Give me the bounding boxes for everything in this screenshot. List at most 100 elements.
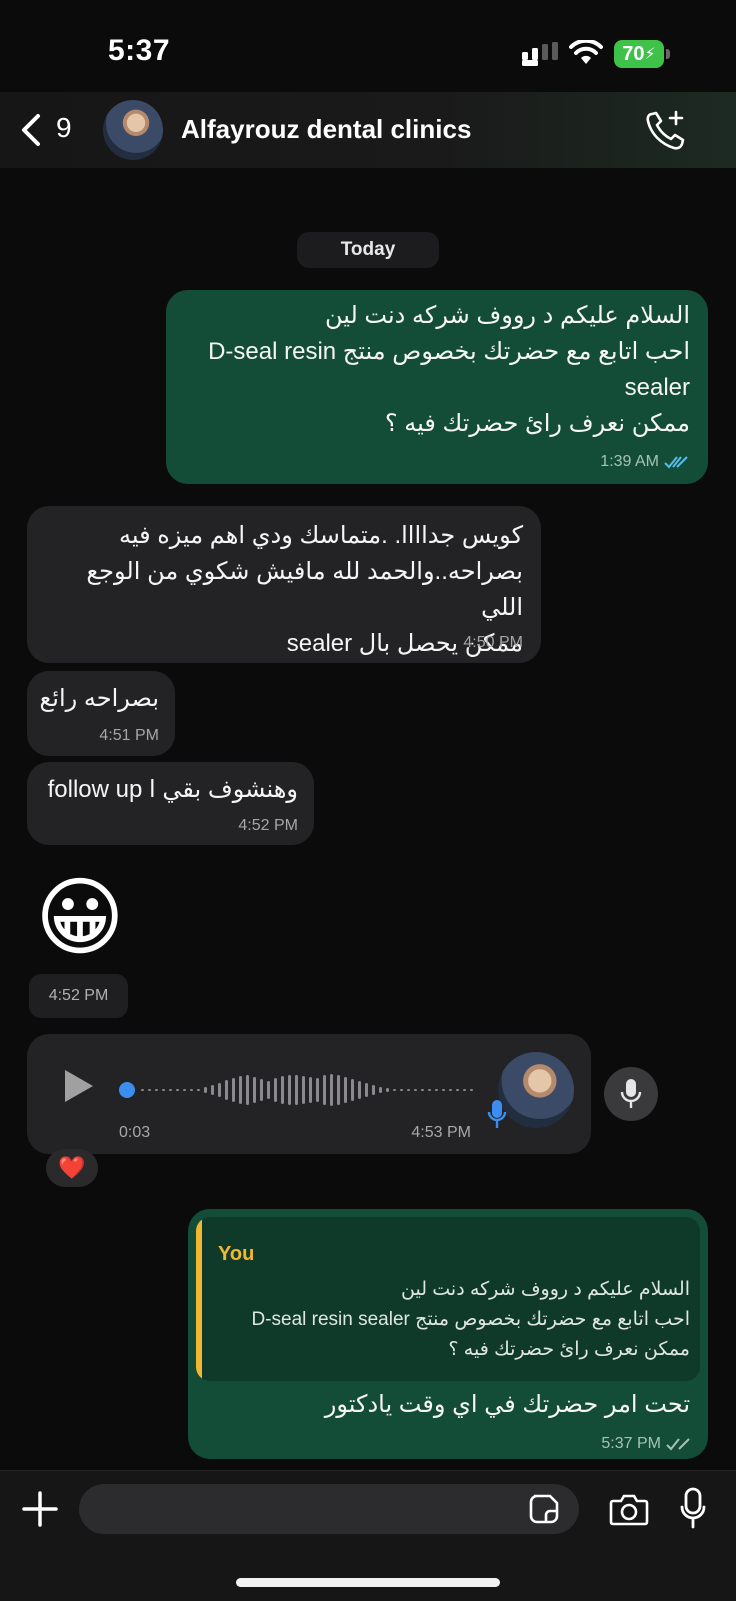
waveform-bar [211, 1085, 214, 1095]
waveform-bar [372, 1085, 375, 1095]
voice-time: 4:53 PM [411, 1124, 471, 1141]
waveform-bar [421, 1089, 424, 1091]
message-meta: 1:39 AM [600, 453, 688, 471]
message-line: السلام عليكم د رووف شركه دنت لين [324, 302, 690, 329]
waveform-bar [197, 1089, 200, 1091]
message-time: 5:37 PM [601, 1435, 661, 1452]
waveform-bar [218, 1083, 221, 1097]
heart-reaction[interactable]: ❤️ [46, 1149, 98, 1187]
waveform-bar [463, 1089, 466, 1091]
message-meta: 4:52 PM [238, 817, 298, 835]
microphone-icon[interactable] [680, 1487, 706, 1531]
chat-header: 9 Alfayrouz dental clinics [0, 92, 736, 168]
waveform-bar [169, 1089, 172, 1091]
waveform-bar [442, 1089, 445, 1091]
message-line: احب اتابع مع حضرتك بخصوص منتج D-seal res… [208, 338, 690, 365]
waveform-bar [414, 1089, 417, 1091]
waveform-bar [365, 1083, 368, 1097]
waveform-bar [435, 1089, 438, 1091]
contact-avatar[interactable] [103, 100, 163, 160]
read-receipt-icon [664, 456, 688, 469]
camera-icon[interactable] [609, 1492, 649, 1526]
date-separator: Today [297, 232, 439, 268]
microphone-icon [620, 1079, 642, 1108]
incoming-message[interactable]: وهنشوف بقي ا follow up 4:52 PM [27, 762, 314, 845]
wifi-icon [569, 40, 603, 64]
message-time: 4:50 PM [463, 634, 523, 651]
plus-icon[interactable] [22, 1491, 58, 1527]
waveform-bar [148, 1089, 151, 1091]
incoming-message[interactable]: بصراحه رائع 4:51 PM [27, 671, 175, 756]
waveform-bar [141, 1089, 144, 1091]
waveform-bar [428, 1089, 431, 1091]
waveform-bar [253, 1077, 256, 1103]
message-time: 4:51 PM [99, 727, 159, 744]
outgoing-reply-message[interactable]: You السلام عليكم د رووف شركه دنت لين احب… [188, 1209, 708, 1459]
quote-author: You [218, 1243, 255, 1265]
charging-bolt-icon: ⚡ [644, 46, 656, 63]
waveform-bar [183, 1089, 186, 1091]
waveform-bar [449, 1089, 452, 1091]
waveform-bar [155, 1089, 158, 1091]
waveform-bar [288, 1075, 291, 1105]
emoji-message[interactable]: 😀 [32, 870, 128, 966]
message-text: وهنشوف بقي ا follow up [38, 772, 298, 808]
waveform-bar [295, 1075, 298, 1105]
battery-tip [666, 49, 670, 59]
message-line: ممكن يحصل بال sealer [286, 630, 523, 657]
message-meta: 5:37 PM [601, 1435, 690, 1453]
waveform-bar [358, 1081, 361, 1099]
message-line: بصراحه..والحمد لله مافيش شكوي من الوجع ا… [86, 558, 523, 621]
waveform-bar [281, 1076, 284, 1104]
play-icon[interactable] [65, 1070, 93, 1102]
message-input[interactable] [79, 1484, 579, 1534]
waveform-bar [407, 1089, 410, 1091]
battery-level: 70 [622, 42, 645, 65]
delivered-receipt-icon [666, 1438, 690, 1451]
sticker-icon[interactable] [528, 1493, 560, 1525]
quote-accent-bar [196, 1217, 202, 1381]
transcribe-button[interactable] [604, 1067, 658, 1121]
voice-scrubber[interactable] [119, 1082, 135, 1098]
waveform-bar [400, 1089, 403, 1091]
waveform-bar [232, 1078, 235, 1102]
battery-indicator: 70 ⚡ [614, 40, 670, 68]
waveform-bar [316, 1078, 319, 1102]
waveform-bar [274, 1078, 277, 1102]
message-meta: 4:50 PM [463, 634, 523, 652]
waveform-bar [337, 1075, 340, 1105]
message-text: تحت امر حضرتك في اي وقت يادكتور [324, 1391, 690, 1418]
waveform-bar [456, 1089, 459, 1091]
message-line: sealer [624, 374, 690, 401]
waveform-bar [393, 1089, 396, 1091]
quoted-message[interactable]: You السلام عليكم د رووف شركه دنت لين احب… [196, 1217, 700, 1381]
waveform-bar [344, 1077, 347, 1103]
waveform-bar [309, 1077, 312, 1103]
waveform-bar [204, 1087, 207, 1093]
quote-line: السلام عليكم د رووف شركه دنت لين [401, 1279, 690, 1300]
message-line: بصراحه رائع [39, 685, 159, 712]
waveform-bar [386, 1088, 389, 1092]
quote-line: احب اتابع مع حضرتك بخصوص منتج D-seal res… [251, 1309, 690, 1330]
message-time: 1:39 AM [600, 453, 659, 470]
waveform-bar [239, 1076, 242, 1104]
back-chevron-icon[interactable] [18, 112, 46, 148]
phone-add-icon[interactable] [644, 108, 688, 152]
chat-title[interactable]: Alfayrouz dental clinics [181, 114, 471, 145]
outgoing-message[interactable]: السلام عليكم د رووف شركه دنت لين احب اتا… [166, 290, 708, 484]
waveform-bar [351, 1079, 354, 1101]
voice-sender-avatar [498, 1052, 574, 1128]
status-bar: 5:37 70 ⚡ [0, 0, 736, 100]
waveform-bar [162, 1089, 165, 1091]
voice-duration: 0:03 [119, 1124, 151, 1141]
voice-mic-icon [487, 1100, 507, 1128]
waveform-bar [246, 1075, 249, 1105]
waveform-bar [379, 1087, 382, 1093]
home-indicator [236, 1578, 500, 1587]
voice-waveform[interactable] [119, 1068, 489, 1112]
waveform-bar [302, 1076, 305, 1104]
voice-note-message[interactable]: 0:03 4:53 PM [27, 1034, 591, 1154]
unread-chats-count[interactable]: 9 [56, 112, 72, 144]
incoming-message[interactable]: كويس جداااا. .متماسك ودي اهم ميزه فيه بص… [27, 506, 541, 663]
emoji-message-time: 4:52 PM [29, 974, 128, 1018]
